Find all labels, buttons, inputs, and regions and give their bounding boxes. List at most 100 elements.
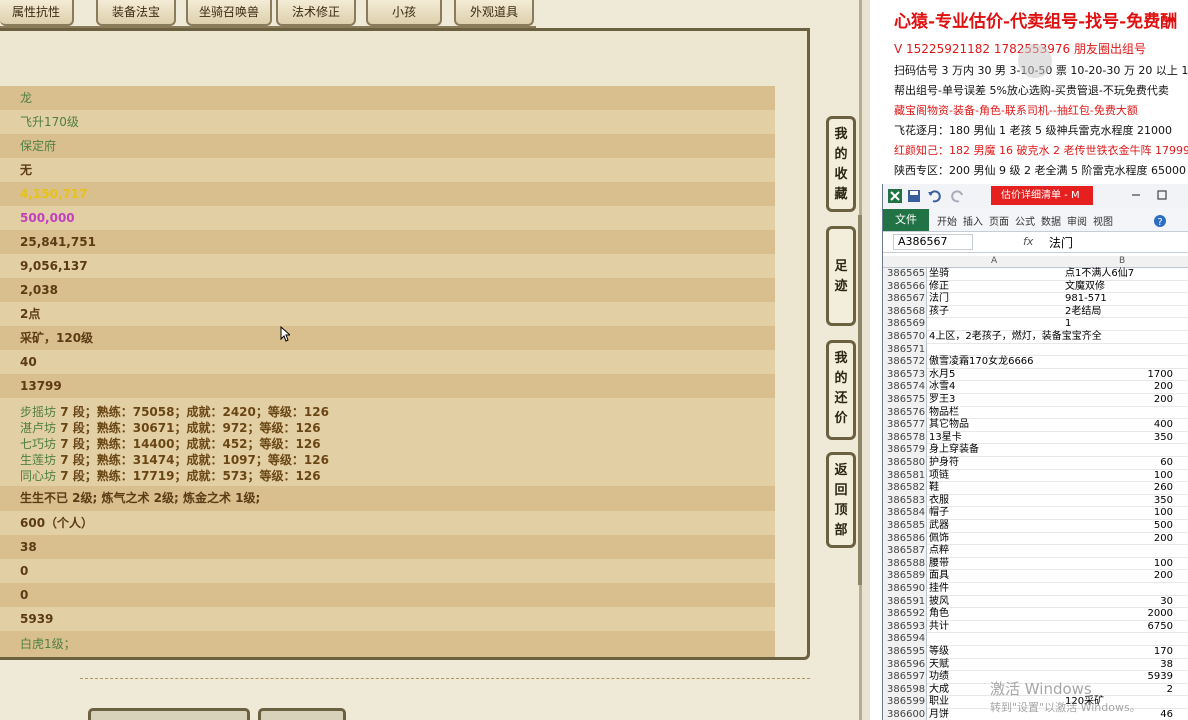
scrollbar-thumb[interactable] — [858, 215, 862, 585]
table-row[interactable]: 386578 13星卡 350 — [883, 431, 1188, 445]
table-row[interactable]: 386570 4上区，2老孩子，燃灯，装备宝宝齐全 — [883, 331, 1188, 344]
cell-a[interactable]: 冰雪4 — [929, 381, 955, 394]
row-number[interactable]: 386587 — [883, 545, 927, 558]
tab-equipment[interactable]: 装备法宝 — [96, 0, 176, 26]
table-row[interactable]: 386584 帽子 100 — [883, 507, 1188, 520]
cell-b[interactable]: 2老结局 — [1065, 306, 1101, 319]
row-number[interactable]: 386577 — [883, 419, 927, 432]
row-number[interactable]: 386579 — [883, 444, 927, 457]
tab-data[interactable]: 数据 — [1041, 213, 1061, 228]
cell-a[interactable]: 挂件 — [929, 583, 949, 596]
row-number[interactable]: 386576 — [883, 406, 927, 420]
cell-b-number[interactable]: 170 — [1154, 646, 1173, 659]
cell-a[interactable]: 大成 — [929, 684, 949, 697]
cell-b[interactable]: 点1不满人6仙7 — [1065, 268, 1134, 281]
cell-b[interactable]: 981-571 — [1065, 293, 1107, 306]
table-row[interactable]: 386573 水月5 1700 — [883, 368, 1188, 382]
cell-b-number[interactable]: 100 — [1154, 470, 1173, 483]
save-icon[interactable] — [907, 189, 921, 203]
table-row[interactable]: 386580 护身符 60 — [883, 457, 1188, 470]
maximize-icon[interactable] — [1157, 190, 1167, 200]
cell-a[interactable]: 共计 — [929, 621, 949, 634]
column-header[interactable]: A — [991, 256, 997, 266]
row-number[interactable]: 386594 — [883, 633, 927, 646]
cell-a[interactable]: 罗王3 — [929, 394, 955, 407]
table-row[interactable]: 386581 项链 100 — [883, 469, 1188, 483]
table-row[interactable]: 386583 衣服 350 — [883, 494, 1188, 508]
cell-b-number[interactable]: 38 — [1160, 659, 1173, 672]
cell-b-number[interactable]: 100 — [1154, 507, 1173, 520]
row-number[interactable]: 386588 — [883, 557, 927, 571]
row-number[interactable]: 386583 — [883, 494, 927, 508]
cell-b-number[interactable]: 350 — [1154, 495, 1173, 508]
cell-a[interactable]: 其它物品 — [929, 419, 969, 432]
cell-a[interactable]: 面具 — [929, 570, 949, 583]
row-number[interactable]: 386586 — [883, 532, 927, 546]
row-number[interactable]: 386578 — [883, 431, 927, 445]
cell-b-number[interactable]: 200 — [1154, 533, 1173, 546]
cell-a[interactable]: 法门 — [929, 293, 949, 306]
cell-b-number[interactable]: 200 — [1154, 570, 1173, 583]
cell-b-number[interactable]: 5939 — [1148, 671, 1173, 684]
table-row[interactable]: 386571 — [883, 343, 1188, 357]
cell-a[interactable]: 佩饰 — [929, 533, 949, 546]
table-row[interactable]: 386595 等级 170 — [883, 646, 1188, 659]
row-number[interactable]: 386598 — [883, 683, 927, 697]
table-row[interactable]: 386565 坐骑 点1不满人6仙7 — [883, 268, 1188, 281]
cell-b-number[interactable]: 2000 — [1148, 608, 1173, 621]
tab-page[interactable]: 页面 — [989, 213, 1009, 228]
table-row[interactable]: 386579 身上穿装备 — [883, 444, 1188, 457]
table-row[interactable]: 386594 — [883, 633, 1188, 646]
back-to-top-button[interactable]: 返回顶部 — [826, 452, 856, 548]
table-row[interactable]: 386593 共计 6750 — [883, 620, 1188, 634]
tab-view[interactable]: 视图 — [1093, 213, 1113, 228]
cell-b-number[interactable]: 500 — [1154, 520, 1173, 533]
row-number[interactable]: 386570 — [883, 331, 927, 344]
row-number[interactable]: 386585 — [883, 520, 927, 533]
fx-icon[interactable]: fx — [1023, 235, 1033, 248]
cell-a[interactable]: 披风 — [929, 596, 949, 609]
cell-b-number[interactable]: 200 — [1154, 394, 1173, 407]
row-number[interactable]: 386595 — [883, 646, 927, 659]
tab-appearance[interactable]: 外观道具 — [454, 0, 534, 26]
cell-a[interactable]: 坐骑 — [929, 268, 949, 281]
cell-a[interactable]: 傲雪凌霜170女龙6666 — [929, 356, 1034, 369]
tab-attributes[interactable]: 属性抗性 — [0, 0, 74, 26]
cell-b-number[interactable]: 100 — [1154, 558, 1173, 571]
cell-b-number[interactable]: 46 — [1160, 709, 1173, 720]
tab-spell-correction[interactable]: 法术修正 — [276, 0, 356, 26]
table-row[interactable]: 386572 傲雪凌霜170女龙6666 — [883, 356, 1188, 369]
row-number[interactable]: 386592 — [883, 608, 927, 621]
cell-a[interactable]: 腰带 — [929, 558, 949, 571]
row-number[interactable]: 386599 — [883, 696, 927, 709]
cell-a[interactable]: 水月5 — [929, 369, 955, 382]
cell-a[interactable]: 天赋 — [929, 659, 949, 672]
row-number[interactable]: 386597 — [883, 671, 927, 684]
cell-a[interactable]: 角色 — [929, 608, 949, 621]
bottom-button[interactable] — [258, 708, 346, 720]
row-number[interactable]: 386596 — [883, 658, 927, 672]
table-row[interactable]: 386585 武器 500 — [883, 520, 1188, 533]
cell-a[interactable]: 月饼 — [929, 709, 949, 720]
tab-insert[interactable]: 插入 — [963, 213, 983, 228]
row-number[interactable]: 386590 — [883, 583, 927, 596]
table-row[interactable]: 386592 角色 2000 — [883, 608, 1188, 621]
cell-a[interactable]: 孩子 — [929, 306, 949, 319]
table-row[interactable]: 386568 孩子 2老结局 — [883, 305, 1188, 319]
cell-b-number[interactable]: 60 — [1160, 457, 1173, 470]
cell-a[interactable]: 物品栏 — [929, 407, 959, 420]
cell-a[interactable]: 衣服 — [929, 495, 949, 508]
table-row[interactable]: 386596 天赋 38 — [883, 658, 1188, 672]
cell-a[interactable]: 4上区，2老孩子，燃灯，装备宝宝齐全 — [929, 331, 1102, 344]
tab-home[interactable]: 开始 — [937, 213, 957, 228]
row-number[interactable]: 386582 — [883, 482, 927, 495]
table-row[interactable]: 386586 佩饰 200 — [883, 532, 1188, 546]
cell-a[interactable]: 职业 — [929, 696, 949, 709]
cell-a[interactable]: 帽子 — [929, 507, 949, 520]
row-number[interactable]: 386575 — [883, 394, 927, 407]
row-number[interactable]: 386571 — [883, 343, 927, 357]
cell-b-number[interactable]: 260 — [1154, 482, 1173, 495]
tab-mounts-pets[interactable]: 坐骑召唤兽 — [186, 0, 272, 26]
redo-icon[interactable] — [951, 189, 965, 203]
tab-formulas[interactable]: 公式 — [1015, 213, 1035, 228]
